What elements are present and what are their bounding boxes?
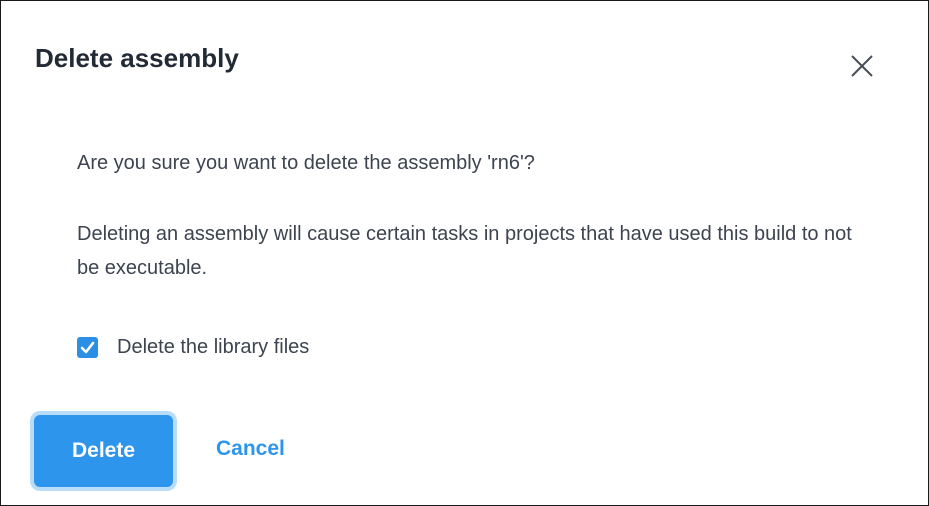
checkmark-icon: [80, 341, 95, 353]
confirmation-question: Are you sure you want to delete the asse…: [77, 152, 535, 174]
delete-library-files-checkbox[interactable]: [77, 336, 98, 358]
checkbox-label: Delete the library files: [117, 335, 310, 358]
delete-library-files-option[interactable]: Delete the library files: [77, 332, 309, 362]
close-button[interactable]: [847, 51, 877, 81]
delete-assembly-dialog: Delete assembly Are you sure you want to…: [0, 0, 929, 506]
warning-message: Deleting an assembly will cause certain …: [77, 223, 852, 279]
close-icon: [851, 55, 873, 77]
dialog-title: Delete assembly: [35, 43, 239, 73]
cancel-button[interactable]: Cancel: [216, 437, 285, 461]
delete-button[interactable]: Delete: [34, 415, 173, 487]
